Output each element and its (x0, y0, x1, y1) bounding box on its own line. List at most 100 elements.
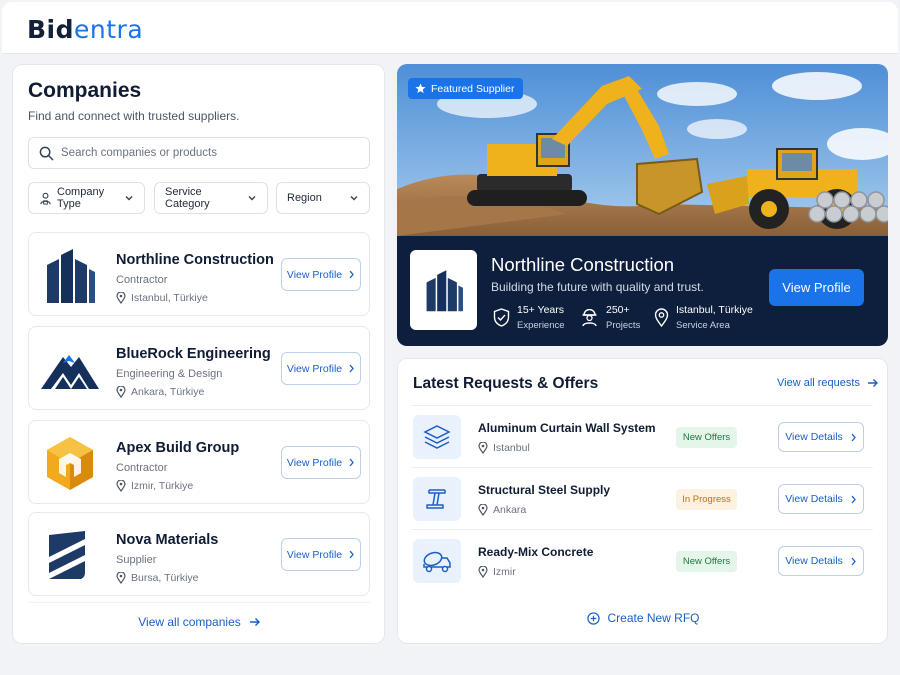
request-name[interactable]: Structural Steel Supply (478, 483, 610, 497)
view-profile-button[interactable]: View Profile (281, 446, 361, 479)
search-input[interactable] (61, 138, 361, 168)
view-all-requests-link[interactable]: View all requests (777, 377, 879, 389)
view-details-button[interactable]: View Details (778, 422, 864, 452)
button-label: View Profile (286, 362, 343, 375)
construction-site-image: Featured Supplier (397, 64, 888, 236)
button-label: View Details (785, 431, 843, 443)
location-pin-icon (116, 480, 126, 492)
location-pin-icon (116, 572, 126, 584)
filter-label: Region (287, 192, 322, 204)
location-text: Izmir, Türkiye (131, 480, 194, 492)
company-location: Ankara, Türkiye (116, 386, 204, 398)
location-text: Istanbul (493, 442, 530, 454)
stat-label: Service Area (676, 320, 730, 331)
filter-company-type[interactable]: Company Type (28, 182, 145, 214)
company-name[interactable]: Nova Materials (116, 532, 218, 548)
stat-value: 250+ (606, 304, 630, 316)
brand-logo[interactable]: Bidentra (27, 15, 143, 44)
chevron-down-icon (247, 193, 257, 203)
stat-projects: 250+ Projects (580, 304, 640, 331)
company-card[interactable]: Northline Construction Contractor Istanb… (28, 232, 370, 316)
company-card[interactable]: Nova Materials Supplier Bursa, Türkiye V… (28, 512, 370, 596)
button-label: View Details (785, 555, 843, 567)
company-location: Bursa, Türkiye (116, 572, 199, 584)
company-location: Istanbul, Türkiye (116, 292, 208, 304)
search-box[interactable] (28, 137, 370, 169)
request-row[interactable]: Structural Steel Supply Ankara In Progre… (411, 467, 873, 529)
status-badge: New Offers (676, 551, 737, 572)
divider (28, 602, 370, 603)
featured-info-bar: Northline Construction Building the futu… (397, 236, 888, 346)
view-details-button[interactable]: View Details (778, 484, 864, 514)
location-text: Bursa, Türkiye (131, 572, 199, 584)
link-label: View all companies (138, 615, 241, 629)
request-row[interactable]: Ready-Mix Concrete Izmir New Offers View… (411, 529, 873, 591)
company-card[interactable]: Apex Build Group Contractor Izmir, Türki… (28, 420, 370, 504)
chevron-right-icon (348, 458, 355, 467)
requests-panel: Latest Requests & Offers View all reques… (397, 358, 888, 644)
chevron-right-icon (850, 495, 857, 504)
featured-badge: Featured Supplier (408, 78, 524, 99)
arrow-right-icon (249, 617, 261, 627)
workers-icon (580, 308, 599, 327)
button-label: View Profile (286, 456, 343, 469)
company-location: Izmir, Türkiye (116, 480, 193, 492)
chevron-right-icon (348, 270, 355, 279)
chevron-right-icon (348, 364, 355, 373)
star-icon (415, 83, 426, 94)
view-profile-button[interactable]: View Profile (281, 258, 361, 291)
location-text: Istanbul, Türkiye (131, 292, 208, 304)
view-details-button[interactable]: View Details (778, 546, 864, 576)
company-type: Contractor (116, 274, 168, 286)
company-name[interactable]: Apex Build Group (116, 440, 239, 456)
section-title: Latest Requests & Offers (413, 375, 599, 392)
shield-check-icon (493, 308, 510, 327)
location-pin-icon (116, 386, 126, 398)
filter-label: Service Category (165, 186, 210, 210)
company-type: Contractor (116, 462, 168, 474)
filter-service-category[interactable]: Service Category (154, 182, 268, 214)
featured-supplier-card: Featured Supplier Northline Construction… (397, 64, 888, 346)
chevron-right-icon (850, 557, 857, 566)
company-type: Engineering & Design (116, 368, 223, 380)
page-subtitle: Find and connect with trusted suppliers. (28, 109, 240, 123)
badge-label: Featured Supplier (431, 82, 515, 95)
location-pin-icon (478, 504, 488, 516)
concrete-mixer-icon (413, 539, 461, 583)
plus-circle-icon (587, 611, 601, 625)
company-card[interactable]: BlueRock Engineering Engineering & Desig… (28, 326, 370, 410)
northline-logo (410, 250, 477, 330)
stat-label: Experience (517, 320, 565, 331)
filter-label: Company Type (57, 186, 105, 210)
apex-logo (41, 433, 99, 493)
featured-name[interactable]: Northline Construction (491, 254, 674, 276)
filter-region[interactable]: Region (276, 182, 370, 214)
featured-view-profile-button[interactable]: View Profile (769, 269, 864, 306)
arrow-right-icon (867, 378, 879, 388)
view-profile-button[interactable]: View Profile (281, 352, 361, 385)
location-pin-icon (478, 566, 488, 578)
view-profile-button[interactable]: View Profile (281, 538, 361, 571)
chevron-right-icon (348, 550, 355, 559)
request-location: Izmir (478, 566, 516, 578)
company-name[interactable]: Northline Construction (116, 252, 274, 268)
button-label: View Profile (286, 268, 343, 281)
bluerock-logo (41, 339, 99, 399)
stat-value: 15+ Years (517, 304, 565, 316)
location-pin-icon (654, 308, 669, 327)
location-pin-icon (116, 292, 126, 304)
location-text: Ankara (493, 504, 527, 516)
status-badge: In Progress (676, 489, 737, 510)
brand-part-1: Bid (27, 15, 75, 44)
button-label: View Details (785, 493, 843, 505)
request-name[interactable]: Ready-Mix Concrete (478, 545, 593, 559)
view-all-companies-link[interactable]: View all companies (13, 615, 386, 629)
search-icon (39, 146, 54, 161)
request-name[interactable]: Aluminum Curtain Wall System (478, 421, 656, 435)
create-rfq-button[interactable]: Create New RFQ (398, 611, 889, 625)
request-row[interactable]: Aluminum Curtain Wall System Istanbul Ne… (411, 405, 873, 467)
status-badge: New Offers (676, 427, 737, 448)
location-text: Ankara, Türkiye (131, 386, 205, 398)
company-name[interactable]: BlueRock Engineering (116, 346, 271, 362)
brand-part-2: entra (74, 15, 144, 44)
